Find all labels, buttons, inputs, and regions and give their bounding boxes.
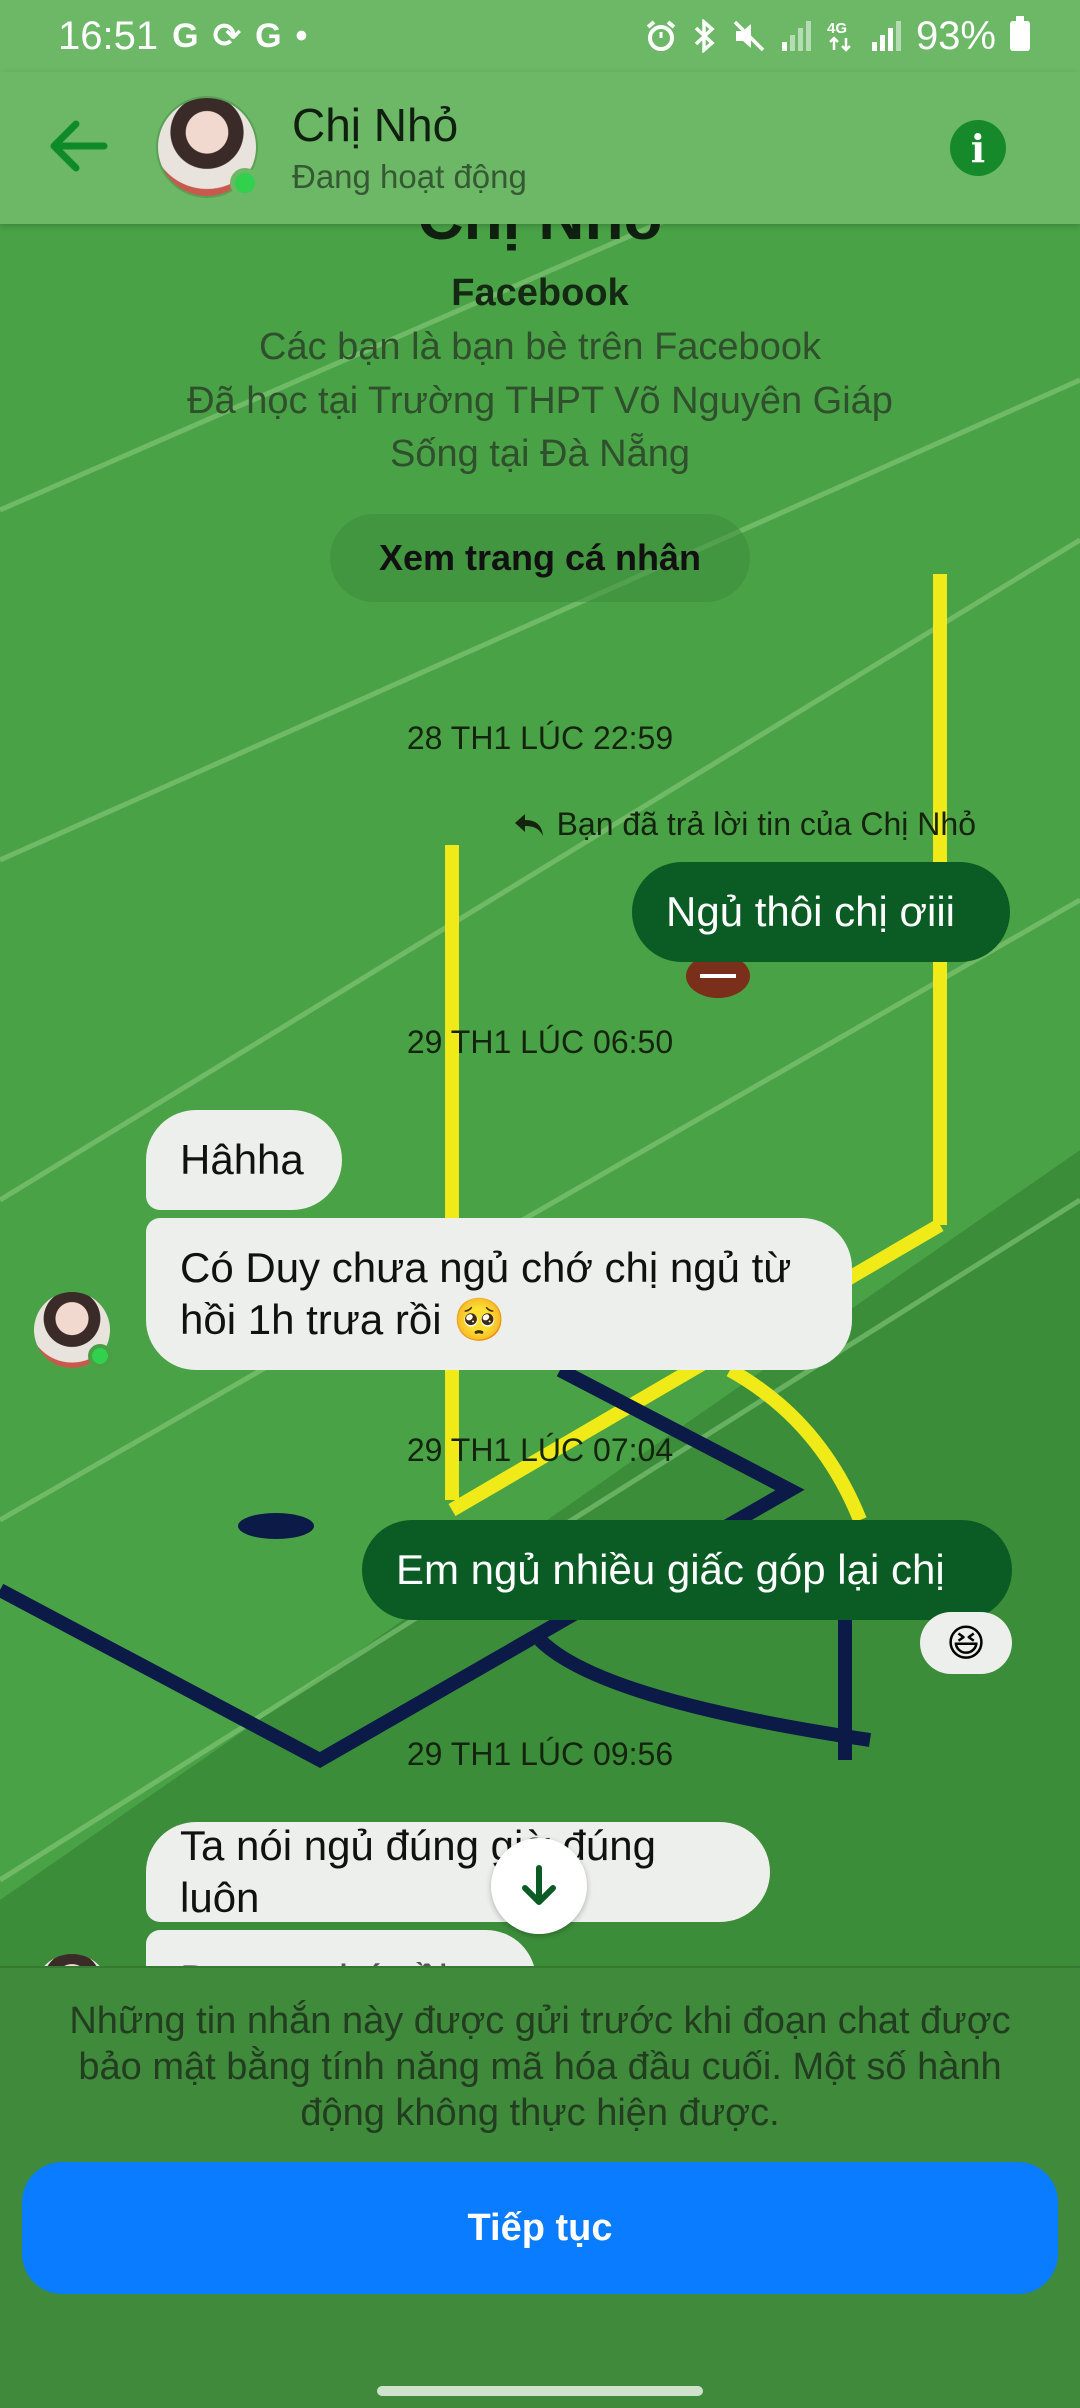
message-incoming[interactable]: Hâhha	[146, 1110, 342, 1210]
reply-note: Bạn đã trả lời tin của Chị Nhỏ	[513, 806, 976, 843]
intro-friends-line: Các bạn là bạn bè trên Facebook	[259, 326, 821, 368]
message-line: Có Duy chưa ngủ chớ chị ngủ từ	[180, 1244, 792, 1291]
message-reaction[interactable]: 😆	[920, 1612, 1012, 1674]
google-icon: G	[172, 16, 199, 55]
contact-name[interactable]: Chị Nhỏ	[292, 98, 458, 152]
encryption-notice-text: Những tin nhắn này được gửi trước khi đo…	[69, 2000, 1011, 2134]
back-arrow-icon[interactable]	[46, 116, 112, 176]
timestamp: 29 TH1 LÚC 07:04	[406, 1432, 674, 1468]
online-status-dot	[230, 168, 260, 198]
sender-avatar[interactable]	[34, 1292, 112, 1368]
view-profile-button[interactable]: Xem trang cá nhân	[330, 514, 750, 602]
notification-dot-icon: •	[295, 16, 308, 55]
svg-text:4G: 4G	[827, 20, 847, 37]
timestamp: 28 TH1 LÚC 22:59	[406, 720, 674, 756]
home-indicator[interactable]	[377, 2386, 703, 2396]
mute-icon	[733, 20, 765, 52]
clock: 16:51	[58, 13, 159, 58]
sync-icon: ⟳	[212, 17, 242, 55]
battery-percent: 93%	[915, 13, 996, 58]
contact-avatar[interactable]	[156, 96, 260, 198]
message-outgoing[interactable]: Em ngủ nhiều giấc góp lại chị	[362, 1520, 1012, 1620]
continue-button[interactable]: Tiếp tục	[22, 2162, 1058, 2294]
scroll-to-bottom-button[interactable]	[491, 1838, 587, 1934]
4g-icon: 4G	[827, 20, 851, 52]
contact-status: Đang hoạt động	[292, 158, 527, 195]
intro-location-line: Sống tại Đà Nẵng	[390, 433, 690, 475]
timestamp: 29 TH1 LÚC 09:56	[406, 1736, 674, 1772]
encryption-notice-panel: Những tin nhắn này được gửi trước khi đo…	[0, 1966, 1080, 2408]
chat-header: Chị Nhỏ Đang hoạt động i	[0, 72, 1080, 224]
info-icon[interactable]: i	[950, 120, 1006, 176]
arrow-down-icon	[522, 1865, 556, 1905]
message-outgoing[interactable]: Ngủ thôi chị ơiii	[632, 862, 1010, 962]
intro-platform: Facebook	[451, 272, 629, 314]
reply-note-text: Bạn đã trả lời tin của Chị Nhỏ	[556, 806, 976, 842]
signal-icon	[781, 21, 811, 51]
battery-icon	[1010, 16, 1030, 51]
google-icon: G	[255, 16, 282, 55]
intro-school-line: Đã học tại Trường THPT Võ Nguyên Giáp	[187, 380, 893, 422]
status-bar: 16:51 G ⟳ G • 4G 93%	[0, 0, 1080, 72]
bluetooth-icon	[694, 19, 715, 53]
message-incoming[interactable]: Có Duy chưa ngủ chớ chị ngủ từ hồi 1h tr…	[146, 1218, 852, 1370]
reply-icon	[514, 813, 543, 836]
message-incoming[interactable]: Ta nói ngủ đúng giờ đúng luôn	[146, 1822, 770, 1922]
signal-icon	[871, 21, 901, 51]
alarm-icon	[646, 20, 676, 51]
timestamp: 29 TH1 LÚC 06:50	[406, 1024, 674, 1060]
message-line: hồi 1h trưa rồi 🥺	[180, 1296, 506, 1343]
